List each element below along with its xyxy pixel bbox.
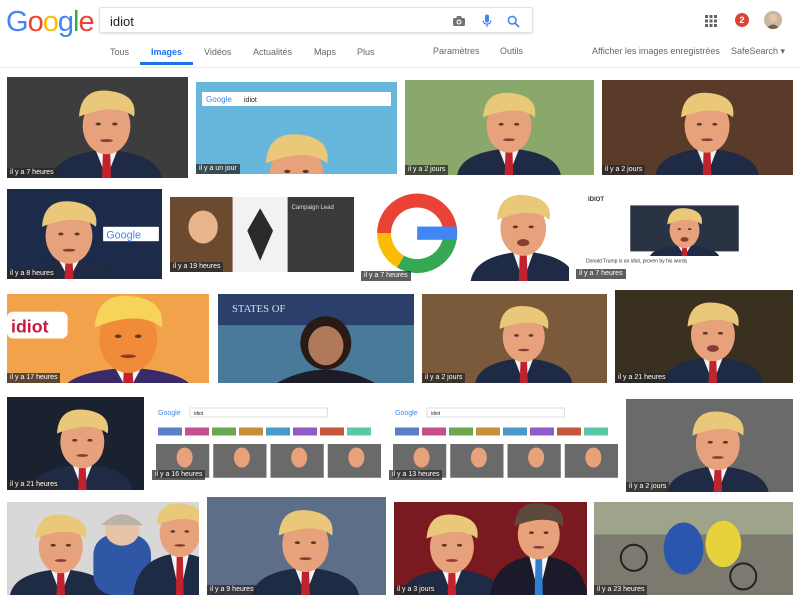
logo-letter: G	[6, 6, 29, 38]
result-thumbnail: Google idiot	[152, 405, 381, 480]
svg-text:idiot: idiot	[194, 411, 204, 417]
search-input[interactable]	[110, 12, 430, 30]
result-thumbnail	[626, 399, 793, 492]
result-age-label: il y a 2 jours	[626, 482, 670, 492]
result-thumbnail	[7, 502, 199, 595]
image-result[interactable]: il y a 2 jours	[422, 294, 607, 383]
image-result[interactable]: il y a 21 heures	[7, 397, 144, 490]
settings-link[interactable]: Paramètres	[433, 46, 480, 56]
svg-text:idiot: idiot	[11, 316, 49, 336]
result-thumbnail: Google idiot	[389, 405, 618, 480]
svg-text:STATES OF: STATES OF	[232, 303, 285, 315]
camera-icon[interactable]	[450, 12, 468, 30]
image-result[interactable]: il y a 23 heures	[594, 502, 793, 595]
image-result[interactable]: il y a 7 heures	[361, 189, 569, 281]
result-age-label: il y a 2 jours	[602, 165, 646, 175]
image-result[interactable]: STATES OF	[218, 294, 414, 383]
microphone-icon[interactable]	[478, 12, 496, 30]
result-age-label: il y a 13 heures	[389, 470, 443, 480]
result-thumbnail	[361, 189, 569, 281]
svg-text:Campaign Lead: Campaign Lead	[291, 205, 333, 211]
search-icon[interactable]	[504, 12, 522, 30]
google-logo[interactable]: Google	[6, 6, 95, 39]
image-result[interactable]: il y a 2 jours	[626, 399, 793, 492]
result-thumbnail	[615, 290, 793, 383]
result-thumbnail	[7, 397, 144, 490]
image-result[interactable]	[7, 502, 199, 595]
svg-text:idiot: idiot	[244, 97, 257, 104]
image-result[interactable]: il y a 3 jours	[394, 502, 587, 595]
image-result[interactable]: Google il y a 8 heures	[7, 189, 162, 279]
image-result[interactable]: idiot il y a 17 heures	[7, 294, 209, 383]
logo-text: Google	[106, 230, 141, 242]
image-result[interactable]: il y a 7 heures	[7, 77, 188, 178]
apps-grid-icon[interactable]	[703, 13, 719, 29]
logo-letter: e	[78, 6, 94, 38]
result-thumbnail	[594, 502, 793, 595]
avatar[interactable]	[764, 11, 782, 29]
result-age-label: il y a 3 jours	[394, 585, 438, 595]
tab-images[interactable]: Images	[139, 46, 194, 66]
result-age-label: il y a 2 jours	[405, 165, 449, 175]
result-thumbnail	[207, 497, 386, 595]
svg-text:Google: Google	[395, 410, 418, 417]
saved-images-link[interactable]: Afficher les images enregistrées	[592, 46, 720, 56]
header: Google 2 Tous Images Vidéos Actualités M…	[0, 0, 800, 68]
tab-maps[interactable]: Maps	[314, 46, 336, 66]
svg-text:idiot: idiot	[431, 411, 441, 417]
image-result[interactable]: il y a 2 jours	[602, 80, 793, 175]
result-thumbnail	[405, 80, 594, 175]
image-results-grid: il y a 7 heures Google idiot il y a un jou…	[0, 72, 800, 600]
image-result[interactable]: Google idiot il y a un jour	[196, 82, 397, 174]
result-age-label: il y a 21 heures	[7, 480, 61, 490]
result-age-label: il y a 21 heures	[615, 373, 669, 383]
result-thumbnail: idiot	[7, 294, 209, 383]
result-age-label: il y a 7 heures	[7, 168, 57, 178]
result-thumbnail: Google	[7, 189, 162, 279]
result-thumbnail: Campaign Lead	[170, 197, 354, 272]
svg-text:Google: Google	[158, 410, 181, 417]
svg-text:Donald Trump is an idiot, prov: Donald Trump is an idiot, proven by his …	[586, 258, 688, 264]
result-age-label: il y a un jour	[196, 164, 240, 174]
search-box[interactable]	[99, 7, 533, 33]
image-result[interactable]: IDIOT Donald Trump is an idiot, proven b…	[576, 187, 793, 279]
result-age-label: il y a 16 heures	[152, 470, 206, 480]
image-result[interactable]: Campaign Lead il y a 19 heures	[170, 197, 354, 272]
result-thumbnail: Google idiot	[196, 82, 397, 174]
result-age-label: il y a 7 heures	[576, 269, 626, 279]
image-result[interactable]: Google idiot il y a 13 heures	[389, 405, 618, 480]
result-thumbnail	[394, 502, 587, 595]
result-thumbnail	[602, 80, 793, 175]
result-age-label: il y a 23 heures	[594, 585, 648, 595]
logo-letter: g	[57, 6, 74, 38]
result-thumbnail	[422, 294, 607, 383]
result-age-label: il y a 9 heures	[207, 585, 257, 595]
result-thumbnail	[7, 77, 188, 178]
result-age-label: il y a 2 jours	[422, 373, 466, 383]
svg-text:IDIOT: IDIOT	[588, 197, 604, 203]
notification-badge[interactable]: 2	[735, 13, 749, 27]
tab-more[interactable]: Plus	[357, 46, 375, 66]
result-age-label: il y a 7 heures	[361, 271, 411, 281]
tools-link[interactable]: Outils	[500, 46, 523, 56]
logo-letter: o	[27, 6, 44, 38]
safesearch-dropdown[interactable]: SafeSearch ▾	[731, 46, 785, 57]
logo-letter: o	[42, 6, 59, 38]
result-age-label: il y a 17 heures	[7, 373, 61, 383]
tab-videos[interactable]: Vidéos	[204, 46, 231, 66]
result-thumbnail: STATES OF	[218, 294, 414, 383]
image-result[interactable]: il y a 2 jours	[405, 80, 594, 175]
svg-text:Google: Google	[206, 95, 232, 104]
tab-news[interactable]: Actualités	[253, 46, 292, 66]
image-result[interactable]: Google idiot il y a 16 heures	[152, 405, 381, 480]
image-result[interactable]: il y a 9 heures	[207, 497, 386, 595]
result-age-label: il y a 19 heures	[170, 262, 224, 272]
image-result[interactable]: il y a 21 heures	[615, 290, 793, 383]
result-age-label: il y a 8 heures	[7, 269, 57, 279]
result-thumbnail: IDIOT Donald Trump is an idiot, proven b…	[576, 187, 793, 279]
tab-all[interactable]: Tous	[110, 46, 129, 66]
